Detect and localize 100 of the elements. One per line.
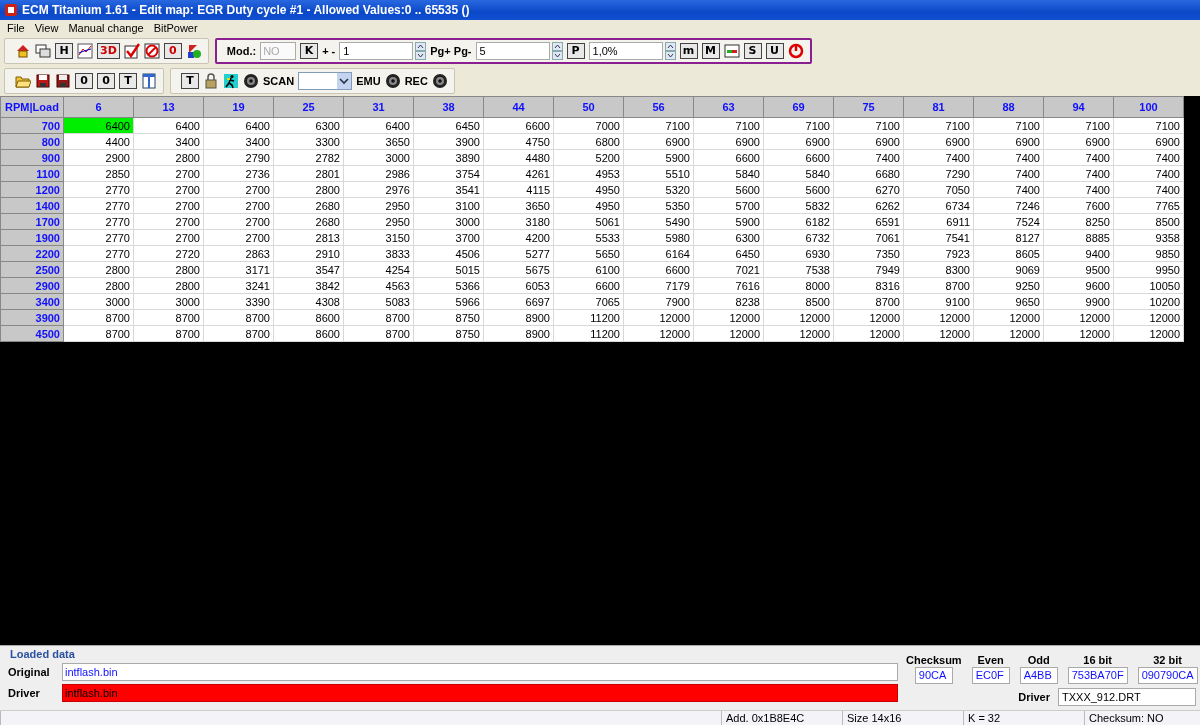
table-cell[interactable]: 3547 — [273, 261, 344, 278]
table-cell[interactable]: 6450 — [693, 245, 764, 262]
table-cell[interactable]: 2800 — [133, 261, 204, 278]
power-icon[interactable] — [787, 43, 804, 59]
table-cell[interactable]: 7400 — [973, 181, 1044, 198]
table-cell[interactable]: 7400 — [973, 165, 1044, 182]
table-cell[interactable]: 6600 — [693, 149, 764, 166]
table-cell[interactable]: 2700 — [133, 165, 204, 182]
table-cell[interactable]: 12000 — [1043, 325, 1114, 342]
table-cell[interactable]: 7524 — [973, 213, 1044, 230]
table-cell[interactable]: 8500 — [1113, 213, 1184, 230]
table-cell[interactable]: 5320 — [623, 181, 694, 198]
table-cell[interactable]: 7065 — [553, 293, 624, 310]
table-cell[interactable]: 6100 — [553, 261, 624, 278]
table-cell[interactable]: 12000 — [833, 309, 904, 326]
table-cell[interactable]: 2800 — [133, 277, 204, 294]
table-cell[interactable]: 5700 — [693, 197, 764, 214]
input-field[interactable]: 090790CA — [1137, 667, 1198, 684]
table-cell[interactable]: 6697 — [483, 293, 554, 310]
table-cell[interactable]: 5966 — [413, 293, 484, 310]
table-cell[interactable]: 7600 — [1043, 197, 1114, 214]
table-cell[interactable]: 8500 — [763, 293, 834, 310]
toolbar-button[interactable]: U — [765, 43, 784, 59]
table-cell[interactable]: 7100 — [973, 117, 1044, 134]
spinner-icon[interactable] — [551, 42, 563, 60]
table-cell[interactable]: 2800 — [63, 261, 134, 278]
table-cell[interactable]: 4563 — [343, 277, 414, 294]
toolbar-button[interactable]: K — [300, 43, 319, 59]
table-cell[interactable]: 7100 — [763, 117, 834, 134]
floppy-icon[interactable] — [55, 73, 71, 89]
table-cell[interactable]: 2700 — [133, 181, 204, 198]
table-cell[interactable]: 2700 — [133, 197, 204, 214]
table-cell[interactable]: 4480 — [483, 149, 554, 166]
table-cell[interactable]: 4308 — [273, 293, 344, 310]
table-cell[interactable]: 6400 — [133, 117, 204, 134]
table-cell[interactable]: 7900 — [623, 293, 694, 310]
toolbar-button[interactable]: 0 — [75, 73, 93, 89]
table-cell[interactable]: 4400 — [63, 133, 134, 150]
table-cell[interactable]: 3000 — [413, 213, 484, 230]
table-cell[interactable]: 2700 — [203, 197, 274, 214]
table-cell[interactable]: 2700 — [133, 213, 204, 230]
table-cell[interactable]: 8600 — [273, 309, 344, 326]
table-cell[interactable]: 6680 — [833, 165, 904, 182]
table-cell[interactable]: 3300 — [273, 133, 344, 150]
table-cell[interactable]: 2801 — [273, 165, 344, 182]
table-cell[interactable]: 7400 — [973, 149, 1044, 166]
table-cell[interactable]: 7100 — [1113, 117, 1184, 134]
table-cell[interactable]: 8700 — [63, 309, 134, 326]
table-cell[interactable]: 7400 — [1043, 149, 1114, 166]
toolbar-button[interactable]: M — [701, 43, 720, 59]
table-cell[interactable]: 3000 — [343, 149, 414, 166]
table-cell[interactable]: 8900 — [483, 325, 554, 342]
table-cell[interactable]: 3650 — [483, 197, 554, 214]
table-cell[interactable]: 7541 — [903, 229, 974, 246]
table-cell[interactable]: 7179 — [623, 277, 694, 294]
table-cell[interactable]: 3171 — [203, 261, 274, 278]
table-cell[interactable]: 6600 — [483, 117, 554, 134]
table-cell[interactable]: 2900 — [63, 149, 134, 166]
toolbar-button[interactable]: H — [55, 43, 73, 59]
table-cell[interactable]: 2800 — [133, 149, 204, 166]
table-cell[interactable]: 6800 — [553, 133, 624, 150]
table-cell[interactable]: 2850 — [63, 165, 134, 182]
table-cell[interactable]: 3842 — [273, 277, 344, 294]
table-cell[interactable]: 8700 — [903, 277, 974, 294]
table-cell[interactable]: 9900 — [1043, 293, 1114, 310]
lock-icon[interactable] — [203, 73, 219, 89]
table-cell[interactable]: 6400 — [343, 117, 414, 134]
table-cell[interactable]: 7100 — [903, 117, 974, 134]
table-cell[interactable]: 7400 — [903, 149, 974, 166]
table-cell[interactable]: 8000 — [763, 277, 834, 294]
table-cell[interactable]: 2770 — [63, 229, 134, 246]
table-cell[interactable]: 8250 — [1043, 213, 1114, 230]
table-cell[interactable]: 2680 — [273, 197, 344, 214]
no-entry-icon[interactable] — [143, 43, 160, 59]
table-cell[interactable]: 2700 — [203, 181, 274, 198]
table-cell[interactable]: 5200 — [553, 149, 624, 166]
table-cell[interactable]: 6900 — [693, 133, 764, 150]
table-cell[interactable]: 2700 — [133, 229, 204, 246]
table-cell[interactable]: 4750 — [483, 133, 554, 150]
table-cell[interactable]: 12000 — [833, 325, 904, 342]
table-cell[interactable]: 3000 — [63, 293, 134, 310]
table-cell[interactable]: 2800 — [63, 277, 134, 294]
table-cell[interactable]: 12000 — [623, 309, 694, 326]
table-cell[interactable]: 9100 — [903, 293, 974, 310]
table-cell[interactable]: 5840 — [693, 165, 764, 182]
floppy-icon[interactable] — [35, 73, 51, 89]
table-cell[interactable]: 6734 — [903, 197, 974, 214]
table-cell[interactable]: 5510 — [623, 165, 694, 182]
menu-item[interactable]: View — [29, 22, 64, 34]
menu-item[interactable]: BitPower — [148, 22, 203, 34]
table-cell[interactable]: 11200 — [553, 325, 624, 342]
table-cell[interactable]: 7400 — [1113, 149, 1184, 166]
table-cell[interactable]: 8900 — [483, 309, 554, 326]
table-cell[interactable]: 5840 — [763, 165, 834, 182]
table-cell[interactable]: 5650 — [553, 245, 624, 262]
table-cell[interactable]: 6053 — [483, 277, 554, 294]
input-field[interactable]: 1,0% — [588, 42, 663, 60]
table-cell[interactable]: 2770 — [63, 197, 134, 214]
table-cell[interactable]: 6900 — [763, 133, 834, 150]
table-cell[interactable]: 7100 — [1043, 117, 1114, 134]
